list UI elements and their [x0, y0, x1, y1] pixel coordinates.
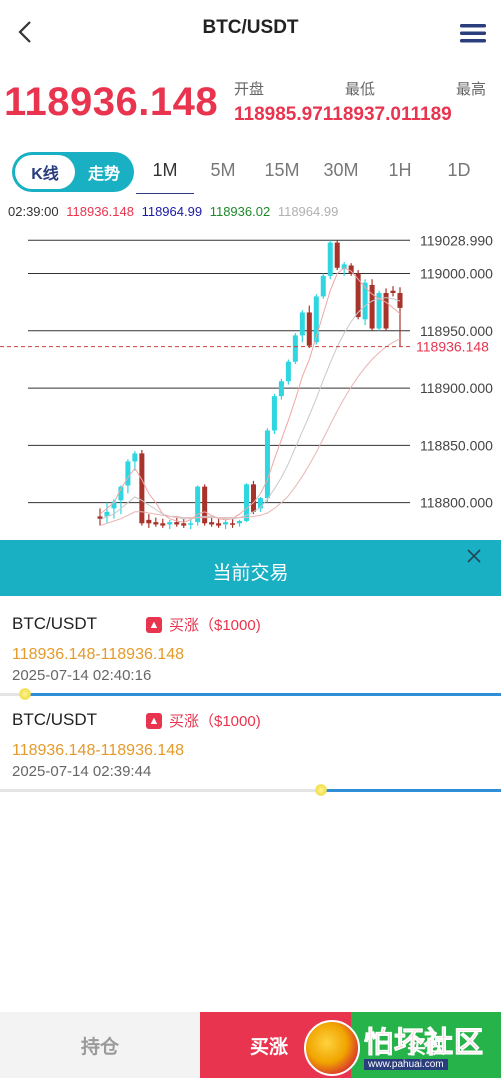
y-tick-label: 118800.000 — [420, 495, 493, 511]
trade-direction-label: 买涨（$1000) — [169, 617, 261, 634]
candle — [271, 396, 277, 431]
trade-item[interactable]: BTC/USDT ▲ 买涨（$1000) 118936.148-118936.1… — [0, 600, 501, 700]
candle — [369, 284, 375, 329]
close-icon — [467, 549, 481, 563]
interval-15m[interactable]: 15M — [253, 160, 311, 181]
candle — [362, 282, 368, 320]
y-tick-label: 119028.990 — [420, 232, 493, 248]
watermark: 怕坏社区 www.pahuai.com — [304, 1018, 501, 1078]
trade-time: 2025-07-14 02:39:44 — [12, 763, 152, 780]
candle — [237, 521, 243, 524]
trade-symbol: BTC/USDT — [12, 710, 97, 729]
menu-button[interactable] — [458, 20, 488, 46]
low-label: 最低 — [345, 81, 376, 98]
watermark-logo-icon — [304, 1020, 360, 1076]
candle — [167, 522, 173, 525]
trade-price-range: 118936.148-118936.148 — [12, 742, 185, 759]
positions-button[interactable]: 持仓 — [0, 1012, 200, 1078]
interval-5m[interactable]: 5M — [194, 160, 252, 181]
candle — [306, 312, 312, 346]
moving-average-line — [99, 267, 401, 523]
close-button[interactable] — [462, 544, 486, 568]
candle — [320, 275, 326, 297]
candle — [146, 519, 152, 524]
candle — [292, 335, 298, 362]
candle — [174, 522, 180, 525]
candle — [223, 522, 229, 525]
trade-direction-label: 买涨（$1000) — [169, 713, 261, 730]
watermark-text-block: 怕坏社区 www.pahuai.com — [363, 1026, 485, 1070]
ohlc-value-2: 118964.99 — [141, 204, 203, 219]
candle — [139, 453, 145, 524]
trade-direction: ▲ 买涨（$1000) — [146, 710, 261, 731]
ohlc-time: 02:39:00 — [8, 204, 59, 219]
y-tick-label: 118900.000 — [420, 380, 493, 396]
candle — [216, 523, 222, 526]
candle — [160, 523, 166, 526]
interval-underline — [136, 193, 194, 194]
arrow-up-icon: ▲ — [146, 712, 162, 729]
tab-trend[interactable]: 走势 — [76, 155, 132, 189]
page-title: BTC/USDT — [202, 17, 299, 38]
progress-marker-icon — [314, 784, 327, 796]
interval-30m[interactable]: 30M — [312, 160, 370, 181]
candle — [278, 381, 284, 397]
watermark-url: www.pahuai.com — [364, 1058, 448, 1070]
candle — [209, 522, 215, 525]
y-tick-label: 119000.000 — [420, 266, 493, 282]
trade-direction: ▲ 买涨（$1000) — [146, 614, 261, 635]
candle — [390, 290, 396, 293]
candle — [327, 242, 333, 276]
open-low-high-values: 118985.97118937.011189 — [234, 104, 452, 125]
watermark-text: 怕坏社区 — [363, 1026, 485, 1059]
current-price-label: 118936.148 — [416, 339, 489, 355]
kline-chart-svg: 119028.990 119000.000 118950.000 118900.000… — [0, 232, 493, 530]
y-tick-label: 118950.000 — [420, 323, 493, 339]
candle — [132, 453, 138, 462]
trade-time: 2025-07-14 02:40:16 — [12, 667, 152, 684]
header-bar: BTC/USDT — [0, 0, 501, 62]
ohlc-readout: 02:39:00 118936.148 118964.99 118936.02 … — [8, 204, 342, 219]
candle — [250, 484, 256, 512]
candle — [230, 523, 236, 525]
last-price: 118936.148 — [4, 80, 219, 124]
candle — [348, 265, 354, 274]
kline-chart[interactable]: 119028.990 119000.000 118950.000 118900.000… — [0, 222, 501, 540]
ohlc-value-4: 118964.99 — [277, 204, 339, 219]
tab-kline[interactable]: K线 — [15, 155, 75, 189]
ohlc-value-1: 118936.148 — [66, 204, 134, 219]
interval-1d[interactable]: 1D — [430, 160, 488, 181]
trade-symbol: BTC/USDT — [12, 614, 97, 633]
trades-panel-header: 当前交易 — [0, 540, 501, 596]
ohlc-value-3: 118936.02 — [209, 204, 271, 219]
trades-panel-title: 当前交易 — [212, 563, 289, 584]
trade-progress — [0, 784, 501, 796]
trade-progress-fill — [320, 789, 501, 792]
trade-price-range: 118936.148-118936.148 — [12, 646, 185, 663]
candle — [264, 430, 270, 499]
interval-1m[interactable]: 1M — [136, 160, 194, 181]
high-label: 最高 — [456, 81, 487, 98]
chart-mode-toggle: K线 走势 — [12, 152, 134, 192]
trade-item[interactable]: BTC/USDT ▲ 买涨（$1000) 118936.148-118936.1… — [0, 696, 501, 796]
candle — [285, 361, 291, 382]
moving-average-line — [99, 338, 401, 527]
candle — [97, 516, 103, 519]
candle — [153, 522, 159, 525]
candle — [334, 242, 340, 268]
open-label: 开盘 — [234, 81, 265, 98]
interval-1h[interactable]: 1H — [371, 160, 429, 181]
candle — [125, 461, 131, 486]
menu-icon — [460, 24, 486, 43]
y-tick-label: 118850.000 — [420, 437, 493, 453]
candle — [299, 312, 305, 336]
arrow-up-icon: ▲ — [146, 616, 162, 633]
candle — [188, 523, 194, 525]
candle — [181, 523, 187, 526]
